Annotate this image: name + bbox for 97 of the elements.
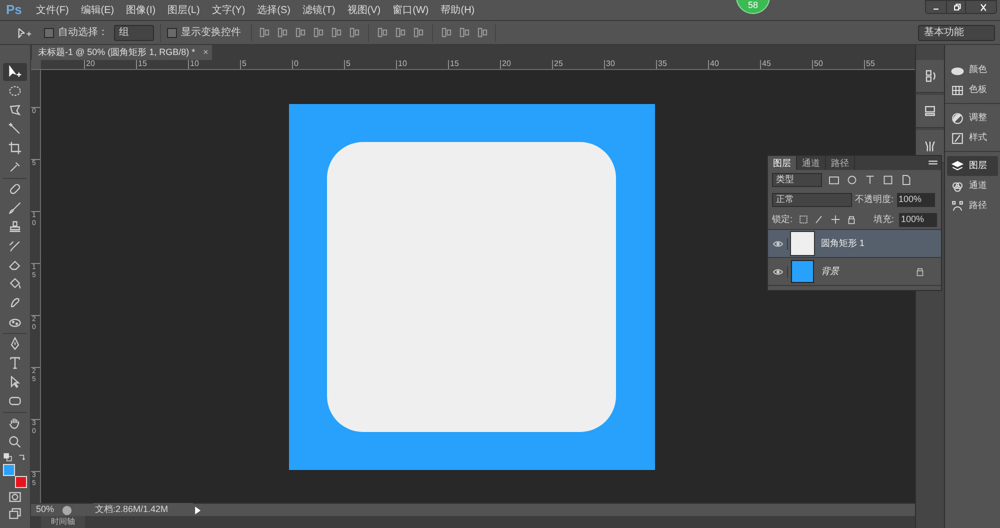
ruler-label: 5 bbox=[241, 60, 248, 68]
checkbox[interactable] bbox=[44, 28, 54, 38]
layer-thumbnail bbox=[791, 232, 814, 255]
lock-option-icon[interactable] bbox=[814, 214, 825, 225]
menu-item[interactable]: 选择(S) bbox=[251, 2, 296, 18]
panel-button[interactable]: 调整 bbox=[947, 108, 998, 128]
align-icon[interactable] bbox=[312, 26, 325, 39]
channels-icon bbox=[951, 180, 964, 192]
grid-icon bbox=[951, 84, 964, 96]
checkbox[interactable] bbox=[167, 28, 177, 38]
ruler-label: 15 bbox=[137, 60, 148, 68]
ruler-label: 50 bbox=[813, 60, 824, 68]
panel-button[interactable]: 路径 bbox=[947, 196, 998, 216]
filter-dropdown[interactable]: 类型 bbox=[772, 173, 822, 187]
foreground-color-swatch[interactable] bbox=[3, 464, 15, 476]
tab-close-button[interactable]: × bbox=[203, 46, 208, 60]
ruler-label: 35 bbox=[657, 60, 668, 68]
opacity-label: 不透明度: bbox=[855, 193, 894, 206]
brushes-icon[interactable] bbox=[923, 139, 937, 153]
workspace-dropdown[interactable]: 基本功能 bbox=[918, 24, 995, 40]
ruler-label: 55 bbox=[865, 60, 876, 68]
filter-icon[interactable] bbox=[846, 174, 858, 186]
ruler-label: 30 bbox=[605, 60, 616, 68]
timeline-tab[interactable]: 时间轴 bbox=[41, 516, 85, 528]
filter-icon[interactable] bbox=[864, 174, 876, 186]
lock-option-icon[interactable] bbox=[846, 214, 857, 225]
filter-icon[interactable] bbox=[828, 174, 840, 186]
screen-mode-icon[interactable] bbox=[7, 507, 23, 521]
align-icon[interactable] bbox=[412, 26, 425, 39]
ruler-label: 0 bbox=[293, 60, 300, 68]
panel-button[interactable]: 通道 bbox=[947, 176, 998, 196]
opacity-field[interactable]: 100% bbox=[896, 193, 935, 207]
layer-row[interactable]: 圆角矩形 1 bbox=[768, 230, 941, 258]
filter-icon[interactable] bbox=[882, 174, 894, 186]
layer-name: 背景 bbox=[821, 264, 840, 278]
layer-thumbnail bbox=[791, 260, 814, 283]
quick-mask-icon[interactable] bbox=[7, 490, 23, 504]
panel-button[interactable]: 颜色 bbox=[947, 60, 998, 80]
layers-icon bbox=[951, 160, 964, 172]
ruler-label: 25 bbox=[553, 60, 564, 68]
ruler-label: 10 bbox=[189, 60, 200, 68]
document-tab[interactable]: 未标题-1 @ 50% (圆角矩形 1, RGB/8) * × bbox=[32, 45, 212, 60]
lock-option-icon[interactable] bbox=[830, 214, 841, 225]
ruler-label: 20 bbox=[85, 60, 96, 68]
align-icon[interactable] bbox=[294, 26, 307, 39]
background-color-swatch[interactable] bbox=[15, 476, 27, 488]
fill-field[interactable]: 100% bbox=[899, 212, 937, 226]
lock-option-icon[interactable] bbox=[798, 214, 809, 225]
align-icon[interactable] bbox=[476, 26, 489, 39]
align-icon[interactable] bbox=[394, 26, 407, 39]
ruler-label: 40 bbox=[709, 60, 720, 68]
align-icon[interactable] bbox=[276, 26, 289, 39]
fx-icon bbox=[951, 132, 964, 144]
panel-button[interactable]: 图层 bbox=[947, 156, 998, 176]
menu-item[interactable]: 滤镜(T) bbox=[296, 2, 342, 18]
properties-icon[interactable] bbox=[923, 104, 937, 118]
layer-row[interactable]: 背景 bbox=[768, 258, 941, 286]
target-dropdown[interactable]: 组 bbox=[114, 24, 154, 40]
menu-item[interactable]: 视图(V) bbox=[341, 2, 387, 18]
align-icon[interactable] bbox=[440, 26, 453, 39]
menu-item[interactable]: 窗口(W) bbox=[386, 2, 435, 18]
panel-tab[interactable]: 通道 bbox=[797, 156, 826, 170]
default-colors-icon[interactable] bbox=[3, 453, 13, 462]
checkbox-label: 显示变换控件 bbox=[181, 26, 241, 40]
layer-name: 圆角矩形 1 bbox=[821, 236, 866, 250]
menu-item[interactable]: 编辑(E) bbox=[74, 2, 120, 18]
ruler-label: 10 bbox=[397, 60, 408, 68]
swap-colors-icon[interactable] bbox=[17, 453, 27, 462]
ruler-label: 45 bbox=[761, 60, 772, 68]
ruler-label: 15 bbox=[449, 60, 460, 68]
menu-item[interactable]: 文字(Y) bbox=[206, 2, 252, 18]
panel-tab[interactable]: 图层 bbox=[768, 156, 797, 170]
half-circle-icon bbox=[951, 112, 964, 124]
checkbox-label: 自动选择： bbox=[58, 26, 108, 40]
menu-item[interactable]: 帮助(H) bbox=[434, 2, 481, 18]
filter-icon[interactable] bbox=[900, 174, 912, 186]
menu-item[interactable]: 图层(L) bbox=[162, 2, 206, 18]
blend-mode-dropdown[interactable]: 正常 bbox=[772, 193, 852, 207]
ruler-label: 5 bbox=[345, 60, 352, 68]
align-icon[interactable] bbox=[330, 26, 343, 39]
document-tab-title: 未标题-1 @ 50% (圆角矩形 1, RGB/8) * bbox=[38, 46, 196, 59]
panel-button[interactable]: 色板 bbox=[947, 80, 998, 100]
ruler-label: 20 bbox=[501, 60, 512, 68]
restore-icon[interactable] bbox=[946, 1, 966, 14]
panel-tab[interactable]: 路径 bbox=[826, 156, 855, 170]
fill-label: 填充: bbox=[873, 212, 894, 226]
align-icon[interactable] bbox=[376, 26, 389, 39]
menu-item[interactable]: 图像(I) bbox=[120, 2, 162, 18]
align-icon[interactable] bbox=[258, 26, 271, 39]
lock-label: 锁定: bbox=[772, 212, 793, 226]
app-logo: Ps bbox=[5, 1, 23, 20]
info-icon[interactable] bbox=[61, 504, 73, 516]
menu-item[interactable]: 文件(F) bbox=[30, 2, 75, 18]
panel-button[interactable]: 样式 bbox=[947, 128, 998, 148]
zoom-level[interactable]: 50% bbox=[31, 503, 61, 517]
align-icon[interactable] bbox=[348, 26, 361, 39]
align-icon[interactable] bbox=[458, 26, 471, 39]
